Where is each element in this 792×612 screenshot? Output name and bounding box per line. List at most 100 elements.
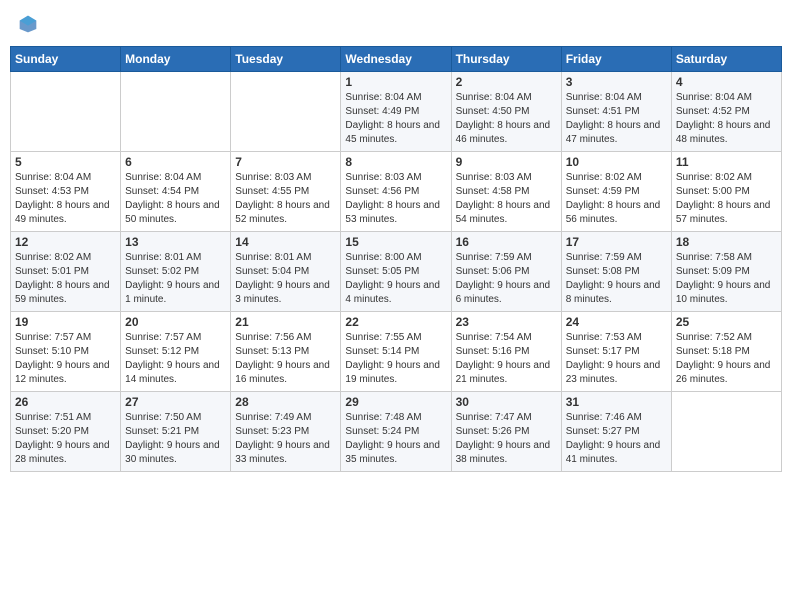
day-info: Sunrise: 7:52 AM Sunset: 5:18 PM Dayligh…: [676, 331, 777, 387]
calendar-cell: 29Sunrise: 7:48 AM Sunset: 5:24 PM Dayli…: [341, 392, 451, 472]
day-info: Sunrise: 8:03 AM Sunset: 4:58 PM Dayligh…: [456, 171, 557, 227]
calendar-cell: 26Sunrise: 7:51 AM Sunset: 5:20 PM Dayli…: [11, 392, 121, 472]
day-info: Sunrise: 7:59 AM Sunset: 5:08 PM Dayligh…: [566, 251, 667, 307]
day-info: Sunrise: 7:49 AM Sunset: 5:23 PM Dayligh…: [235, 411, 336, 467]
day-info: Sunrise: 7:46 AM Sunset: 5:27 PM Dayligh…: [566, 411, 667, 467]
day-number: 8: [345, 155, 446, 169]
calendar-cell: 7 Sunrise: 8:03 AM Sunset: 4:55 PM Daylig…: [231, 152, 341, 232]
logo-icon: [18, 14, 38, 34]
day-info: Sunrise: 7:58 AM Sunset: 5:09 PM Dayligh…: [676, 251, 777, 307]
calendar-cell: 13 Sunrise: 8:01 AM Sunset: 5:02 PM Dayli…: [121, 232, 231, 312]
day-info: Sunrise: 7:57 AM Sunset: 5:10 PM Dayligh…: [15, 331, 116, 387]
day-number: 5: [15, 155, 116, 169]
day-number: 4: [676, 75, 777, 89]
calendar-cell: 11 Sunrise: 8:02 AM Sunset: 5:00 PM Dayli…: [671, 152, 781, 232]
weekday-header: Wednesday: [341, 47, 451, 72]
day-number: 23: [456, 315, 557, 329]
day-info: Sunrise: 8:01 AM Sunset: 5:04 PM Dayligh…: [235, 251, 336, 307]
calendar-cell: 6Sunrise: 8:04 AM Sunset: 4:54 PM Daylig…: [121, 152, 231, 232]
calendar-cell: 25 Sunrise: 7:52 AM Sunset: 5:18 PM Dayli…: [671, 312, 781, 392]
calendar-cell: [671, 392, 781, 472]
day-number: 27: [125, 395, 226, 409]
day-number: 14: [235, 235, 336, 249]
calendar-cell: 4 Sunrise: 8:04 AM Sunset: 4:52 PM Daylig…: [671, 72, 781, 152]
weekday-header: Thursday: [451, 47, 561, 72]
calendar-cell: 16 Sunrise: 7:59 AM Sunset: 5:06 PM Dayli…: [451, 232, 561, 312]
day-number: 11: [676, 155, 777, 169]
calendar-header-row: SundayMondayTuesdayWednesdayThursdayFrid…: [11, 47, 782, 72]
calendar-week-row: 26Sunrise: 7:51 AM Sunset: 5:20 PM Dayli…: [11, 392, 782, 472]
logo: [16, 14, 38, 34]
day-info: Sunrise: 8:04 AM Sunset: 4:50 PM Dayligh…: [456, 91, 557, 147]
calendar-week-row: 12 Sunrise: 8:02 AM Sunset: 5:01 PM Dayli…: [11, 232, 782, 312]
day-info: Sunrise: 8:04 AM Sunset: 4:51 PM Dayligh…: [566, 91, 667, 147]
day-number: 25: [676, 315, 777, 329]
calendar-cell: 9 Sunrise: 8:03 AM Sunset: 4:58 PM Daylig…: [451, 152, 561, 232]
calendar-cell: 3 Sunrise: 8:04 AM Sunset: 4:51 PM Daylig…: [561, 72, 671, 152]
calendar-cell: 10 Sunrise: 8:02 AM Sunset: 4:59 PM Dayli…: [561, 152, 671, 232]
calendar-cell: 27Sunrise: 7:50 AM Sunset: 5:21 PM Dayli…: [121, 392, 231, 472]
day-number: 18: [676, 235, 777, 249]
calendar-cell: 19 Sunrise: 7:57 AM Sunset: 5:10 PM Dayli…: [11, 312, 121, 392]
day-info: Sunrise: 7:47 AM Sunset: 5:26 PM Dayligh…: [456, 411, 557, 467]
weekday-header: Saturday: [671, 47, 781, 72]
day-number: 12: [15, 235, 116, 249]
day-info: Sunrise: 8:00 AM Sunset: 5:05 PM Dayligh…: [345, 251, 446, 307]
calendar-cell: 24Sunrise: 7:53 AM Sunset: 5:17 PM Dayli…: [561, 312, 671, 392]
day-info: Sunrise: 7:51 AM Sunset: 5:20 PM Dayligh…: [15, 411, 116, 467]
day-info: Sunrise: 8:01 AM Sunset: 5:02 PM Dayligh…: [125, 251, 226, 307]
calendar-cell: [11, 72, 121, 152]
day-number: 2: [456, 75, 557, 89]
day-info: Sunrise: 8:02 AM Sunset: 5:00 PM Dayligh…: [676, 171, 777, 227]
day-info: Sunrise: 7:54 AM Sunset: 5:16 PM Dayligh…: [456, 331, 557, 387]
calendar-cell: 21 Sunrise: 7:56 AM Sunset: 5:13 PM Dayli…: [231, 312, 341, 392]
day-info: Sunrise: 8:02 AM Sunset: 5:01 PM Dayligh…: [15, 251, 116, 307]
day-number: 16: [456, 235, 557, 249]
day-number: 10: [566, 155, 667, 169]
day-number: 3: [566, 75, 667, 89]
day-info: Sunrise: 8:03 AM Sunset: 4:56 PM Dayligh…: [345, 171, 446, 227]
weekday-header: Monday: [121, 47, 231, 72]
calendar-cell: 1 Sunrise: 8:04 AM Sunset: 4:49 PM Daylig…: [341, 72, 451, 152]
calendar-cell: 15 Sunrise: 8:00 AM Sunset: 5:05 PM Dayli…: [341, 232, 451, 312]
calendar-cell: 2 Sunrise: 8:04 AM Sunset: 4:50 PM Daylig…: [451, 72, 561, 152]
weekday-header: Friday: [561, 47, 671, 72]
calendar-cell: 23 Sunrise: 7:54 AM Sunset: 5:16 PM Dayli…: [451, 312, 561, 392]
day-info: Sunrise: 8:03 AM Sunset: 4:55 PM Dayligh…: [235, 171, 336, 227]
day-number: 21: [235, 315, 336, 329]
day-number: 24: [566, 315, 667, 329]
calendar-table: SundayMondayTuesdayWednesdayThursdayFrid…: [10, 46, 782, 472]
day-info: Sunrise: 7:57 AM Sunset: 5:12 PM Dayligh…: [125, 331, 226, 387]
day-number: 31: [566, 395, 667, 409]
calendar-cell: 8 Sunrise: 8:03 AM Sunset: 4:56 PM Daylig…: [341, 152, 451, 232]
calendar-cell: 31 Sunrise: 7:46 AM Sunset: 5:27 PM Dayli…: [561, 392, 671, 472]
calendar-cell: 5Sunrise: 8:04 AM Sunset: 4:53 PM Daylig…: [11, 152, 121, 232]
day-number: 7: [235, 155, 336, 169]
calendar-week-row: 5Sunrise: 8:04 AM Sunset: 4:53 PM Daylig…: [11, 152, 782, 232]
calendar-week-row: 19 Sunrise: 7:57 AM Sunset: 5:10 PM Dayli…: [11, 312, 782, 392]
day-info: Sunrise: 8:04 AM Sunset: 4:49 PM Dayligh…: [345, 91, 446, 147]
day-info: Sunrise: 7:56 AM Sunset: 5:13 PM Dayligh…: [235, 331, 336, 387]
day-info: Sunrise: 7:55 AM Sunset: 5:14 PM Dayligh…: [345, 331, 446, 387]
day-info: Sunrise: 8:04 AM Sunset: 4:52 PM Dayligh…: [676, 91, 777, 147]
calendar-cell: 28 Sunrise: 7:49 AM Sunset: 5:23 PM Dayli…: [231, 392, 341, 472]
day-number: 6: [125, 155, 226, 169]
calendar-cell: 22 Sunrise: 7:55 AM Sunset: 5:14 PM Dayli…: [341, 312, 451, 392]
day-number: 22: [345, 315, 446, 329]
calendar-cell: 17Sunrise: 7:59 AM Sunset: 5:08 PM Dayli…: [561, 232, 671, 312]
calendar-cell: 30 Sunrise: 7:47 AM Sunset: 5:26 PM Dayli…: [451, 392, 561, 472]
day-number: 19: [15, 315, 116, 329]
day-number: 30: [456, 395, 557, 409]
day-number: 15: [345, 235, 446, 249]
day-info: Sunrise: 7:59 AM Sunset: 5:06 PM Dayligh…: [456, 251, 557, 307]
day-number: 9: [456, 155, 557, 169]
day-number: 13: [125, 235, 226, 249]
calendar-cell: 12 Sunrise: 8:02 AM Sunset: 5:01 PM Dayli…: [11, 232, 121, 312]
day-number: 28: [235, 395, 336, 409]
day-info: Sunrise: 8:02 AM Sunset: 4:59 PM Dayligh…: [566, 171, 667, 227]
calendar-cell: 20Sunrise: 7:57 AM Sunset: 5:12 PM Dayli…: [121, 312, 231, 392]
calendar-cell: 18 Sunrise: 7:58 AM Sunset: 5:09 PM Dayli…: [671, 232, 781, 312]
page-header: [10, 10, 782, 38]
day-number: 1: [345, 75, 446, 89]
calendar-cell: [231, 72, 341, 152]
